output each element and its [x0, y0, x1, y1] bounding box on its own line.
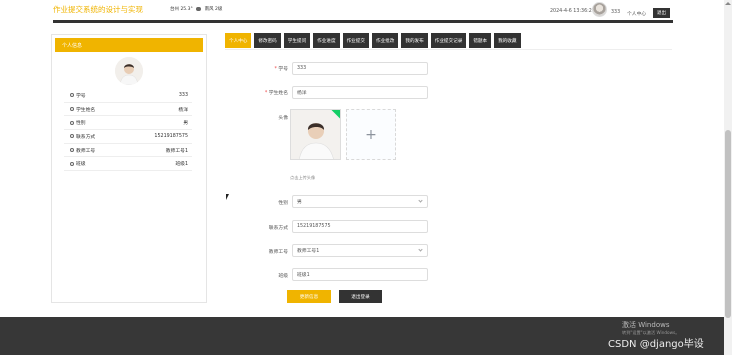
tab-submit-records[interactable]: 作业提交记录: [430, 33, 467, 48]
weather-city: 台州: [170, 7, 179, 12]
student-no-label: * 学号: [274, 67, 288, 72]
info-icon: [70, 93, 74, 98]
class-field[interactable]: 班级1: [292, 268, 428, 281]
tab-student-questions[interactable]: 学生提问: [283, 33, 311, 48]
class-label: 班级: [278, 274, 288, 279]
datetime: 2024-4-6 13:36:27: [550, 9, 595, 14]
avatar-preview[interactable]: [290, 109, 341, 160]
scrollbar-thumb[interactable]: [725, 130, 731, 318]
info-icon: [70, 134, 74, 139]
chevron-down-icon: [418, 247, 423, 252]
gender-select[interactable]: 男: [292, 195, 428, 208]
tab-mistake-book[interactable]: 错题本: [469, 33, 492, 48]
tab-homework-submit[interactable]: 作业提交: [342, 33, 369, 48]
info-icon: [70, 161, 74, 166]
profile-row-name: 学生姓名 杨洋: [64, 103, 192, 117]
tab-bar: 个人中心 修改密码 学生提问 作业进度 作业提交 作业批改 我的发布 作业提交记…: [225, 33, 521, 48]
header-divider: [53, 20, 673, 23]
update-info-button[interactable]: 更新信息: [287, 290, 331, 303]
scroll-up-arrow-icon[interactable]: [725, 2, 731, 5]
username: 333: [611, 10, 621, 15]
tab-personal-center[interactable]: 个人中心: [225, 33, 252, 48]
teacher-no-select[interactable]: 教师工号1: [292, 244, 428, 257]
profile-row-class: 班级 班级1: [64, 157, 192, 172]
tab-change-password[interactable]: 修改密码: [254, 33, 281, 48]
profile-avatar: [115, 57, 143, 85]
tabs-divider: [225, 49, 672, 50]
student-name-field[interactable]: 杨洋: [292, 86, 428, 99]
logout-button[interactable]: 退出: [653, 8, 670, 18]
upload-tip: 点击上传头像: [290, 175, 316, 180]
profile-row-teacher-no: 教师工号 教师工号1: [64, 144, 192, 158]
weather-level: 2级: [215, 7, 223, 12]
page: 作业提交系统的设计与实现 台州 25.3° 南风 2级 2024-4-6 13:…: [0, 0, 732, 355]
personal-center-link[interactable]: 个人中心: [627, 10, 646, 17]
student-no-field[interactable]: 333: [292, 62, 428, 75]
teacher-no-label: 教师工号: [268, 250, 288, 255]
tab-homework-grading[interactable]: 作业批改: [371, 33, 399, 48]
student-name-label: * 学生姓名: [264, 91, 288, 96]
mouse-cursor-icon: [226, 194, 229, 200]
top-bar: 作业提交系统的设计与实现 台州 25.3° 南风 2级 2024-4-6 13:…: [0, 0, 724, 20]
csdn-watermark: CSDN @django毕设: [608, 339, 704, 350]
windows-activate-title: 激活 Windows: [622, 321, 670, 329]
phone-label: 联系方式: [268, 226, 288, 231]
phone-field[interactable]: 15219187575: [292, 220, 428, 233]
weather-widget: 台州 25.3° 南风 2级: [170, 6, 222, 12]
gender-label: 性别: [278, 201, 288, 206]
weather-wind: 南风: [204, 7, 214, 12]
avatar-upload-button[interactable]: +: [346, 109, 396, 160]
chevron-down-icon: [418, 198, 423, 203]
profile-row-student-no: 学号 333: [64, 89, 192, 103]
profile-info-list: 学号 333 学生姓名 杨洋 性别 男 联系方式 15219187575 教师工…: [64, 89, 192, 172]
tab-homework-progress[interactable]: 作业进度: [313, 33, 340, 48]
tab-my-posts[interactable]: 我的发布: [401, 33, 428, 48]
plus-icon: +: [365, 126, 377, 143]
info-icon: [70, 107, 74, 112]
profile-row-gender: 性别 男: [64, 116, 192, 131]
profile-panel-title: 个人信息: [55, 38, 203, 52]
avatar-label: 头像: [278, 116, 288, 121]
logout-account-button[interactable]: 退出登录: [339, 290, 382, 303]
tab-my-favorites[interactable]: 我的收藏: [494, 33, 521, 48]
site-title[interactable]: 作业提交系统的设计与实现: [53, 4, 143, 15]
cloud-icon: [196, 6, 202, 11]
info-icon: [70, 120, 74, 125]
info-icon: [70, 148, 74, 153]
weather-temp: 25.3°: [180, 7, 193, 12]
user-avatar[interactable]: [592, 2, 607, 17]
profile-row-phone: 联系方式 15219187575: [64, 130, 192, 144]
